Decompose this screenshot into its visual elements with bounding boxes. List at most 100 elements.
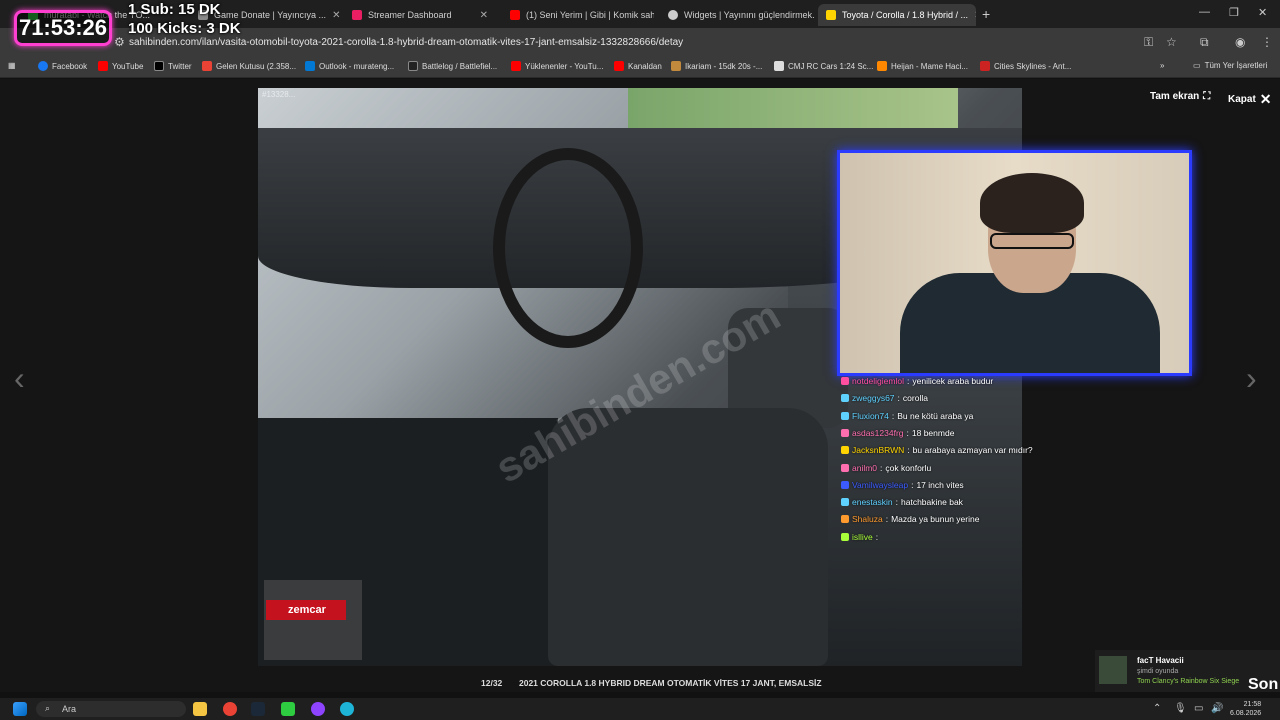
chat-text: 18 benmde bbox=[911, 427, 955, 438]
chat-username[interactable]: Shaluza bbox=[852, 514, 883, 524]
close-tab-icon[interactable]: ✕ bbox=[974, 10, 976, 21]
folder-icon: ▭ bbox=[1193, 61, 1201, 70]
chat-username[interactable]: anilm0 bbox=[852, 463, 877, 473]
tab-youtube[interactable]: (1) Seni Yerim | Gibi | Komik sah... ✕ bbox=[502, 4, 654, 26]
new-tab-button[interactable]: + bbox=[982, 6, 990, 22]
bookmarks-bar: ▦ Facebook YouTube Twitter Gelen Kutusu … bbox=[0, 56, 1280, 78]
chat-separator: : bbox=[911, 479, 914, 490]
bookmark-youtube[interactable]: YouTube bbox=[98, 61, 143, 71]
chat-username[interactable]: notdeligiemlol bbox=[852, 376, 904, 386]
system-clock[interactable]: 21:58 6.08.2026 bbox=[1230, 700, 1261, 718]
chat-separator: : bbox=[897, 393, 900, 404]
kick-app-icon[interactable] bbox=[281, 702, 295, 716]
chat-username[interactable]: Fluxion74 bbox=[852, 411, 889, 421]
chat-message: isllive: bbox=[841, 532, 881, 542]
close-tab-icon[interactable]: ✕ bbox=[480, 10, 488, 21]
bookmark-heijan[interactable]: Heijan - Mame Haci... bbox=[877, 61, 968, 71]
streamer-hair bbox=[980, 173, 1084, 233]
discord-icon[interactable] bbox=[311, 702, 325, 716]
outlook-icon bbox=[305, 61, 315, 71]
youtube-icon bbox=[614, 61, 624, 71]
next-photo-arrow[interactable]: › bbox=[1246, 360, 1257, 397]
chat-username[interactable]: isllive bbox=[852, 532, 873, 542]
chat-username[interactable]: zweggys67 bbox=[852, 393, 895, 403]
bookmark-star-icon[interactable]: ☆ bbox=[1166, 35, 1177, 49]
more-bookmarks-icon[interactable]: » bbox=[1160, 61, 1164, 70]
cmj-icon bbox=[774, 61, 784, 71]
close-gallery-button[interactable]: Kapat ✕ bbox=[1228, 91, 1272, 108]
chat-separator: : bbox=[880, 462, 883, 473]
taskbar-search[interactable]: ⌕ Ara bbox=[36, 701, 186, 717]
chat-username[interactable]: JacksnBRWN bbox=[852, 445, 904, 455]
bookmark-outlook[interactable]: Outlook - murateng... bbox=[305, 61, 394, 71]
friend-name: facT Havacii bbox=[1137, 656, 1184, 665]
all-bookmarks[interactable]: ▭ Tüm Yer İşaretleri bbox=[1193, 61, 1267, 70]
apps-icon[interactable]: ▦ bbox=[8, 61, 16, 70]
chat-badge-icon bbox=[841, 428, 849, 437]
webcam-overlay bbox=[837, 150, 1192, 376]
dealer-logo: zemcar bbox=[266, 600, 346, 620]
chat-badge-icon bbox=[841, 480, 849, 489]
friend-game: Tom Clancy's Rainbow Six Siege bbox=[1137, 678, 1240, 685]
chat-separator: : bbox=[906, 427, 909, 438]
partial-overlay-text: Son bbox=[1248, 676, 1279, 693]
chat-message: zweggys67: corolla bbox=[841, 393, 928, 403]
url-field[interactable]: sahibinden.com/ilan/vasita-otomobil-toyo… bbox=[129, 37, 683, 48]
chat-text: yenilicek araba budur bbox=[912, 376, 994, 386]
chat-badge-icon bbox=[841, 411, 849, 420]
subathon-timer: 71:53:26 bbox=[14, 10, 112, 46]
fullscreen-button[interactable]: Tam ekran ⛶ bbox=[1150, 91, 1210, 102]
file-explorer-icon[interactable] bbox=[193, 702, 207, 716]
edge-icon[interactable] bbox=[340, 702, 354, 716]
sahibinden-icon bbox=[826, 10, 836, 20]
chat-message: Fluxion74: Bu ne kötü araba ya bbox=[841, 411, 973, 421]
youtube-icon bbox=[98, 61, 108, 71]
tab-toyota-corolla[interactable]: Toyota / Corolla / 1.8 Hybrid / ... ✕ bbox=[818, 4, 976, 26]
chat-text: corolla bbox=[902, 393, 928, 404]
chat-message: anilm0: çok konforlu bbox=[841, 463, 931, 473]
kicks-rate-text: 100 Kicks: 3 DK bbox=[128, 20, 241, 37]
tray-chevron-icon[interactable]: ⌃ bbox=[1153, 703, 1161, 714]
steam-icon[interactable] bbox=[251, 702, 265, 716]
tab-label: Toyota / Corolla / 1.8 Hybrid / ... bbox=[842, 10, 969, 20]
streamer-glasses bbox=[990, 233, 1074, 249]
maximize-button[interactable]: ❐ bbox=[1229, 6, 1239, 19]
network-icon[interactable]: ▭ bbox=[1194, 703, 1203, 714]
friend-status: şimdi oyunda bbox=[1137, 668, 1179, 675]
chat-username[interactable]: asdas1234frg bbox=[852, 428, 904, 438]
password-key-icon[interactable]: ⚿ bbox=[1144, 35, 1153, 50]
menu-icon[interactable]: ⋮ bbox=[1261, 35, 1273, 49]
chat-message: Vamilwaysleap:17 inch vites bbox=[841, 480, 964, 490]
chat-message: JacksnBRWN: bu arabaya azmayan var mıdır? bbox=[841, 445, 1033, 455]
bookmark-kanaldan[interactable]: Kanaldan bbox=[614, 61, 662, 71]
bookmark-twitter[interactable]: Twitter bbox=[154, 61, 192, 71]
volume-icon[interactable]: 🔊 bbox=[1211, 703, 1223, 714]
bookmark-battlelog[interactable]: Battlelog / Battlefiel... bbox=[408, 61, 497, 71]
bookmark-youtube-uploads[interactable]: Yüklenenler - YouTu... bbox=[511, 61, 603, 71]
chat-username[interactable]: enestaskin bbox=[852, 497, 893, 507]
bookmark-cmj-rc[interactable]: CMJ RC Cars 1:24 Sc... bbox=[774, 61, 873, 71]
profile-icon[interactable]: ◉ bbox=[1235, 35, 1245, 49]
friend-avatar bbox=[1099, 656, 1127, 684]
bookmark-cities-skylines[interactable]: Cities Skylines - Ant... bbox=[980, 61, 1071, 71]
bookmark-facebook[interactable]: Facebook bbox=[38, 61, 87, 71]
microphone-icon[interactable]: 🎙 bbox=[1174, 703, 1187, 714]
minimize-button[interactable]: — bbox=[1199, 6, 1210, 18]
tab-widgets[interactable]: Widgets | Yayınını güçlendirmek... ✕ bbox=[660, 4, 814, 26]
windows-start-icon[interactable] bbox=[13, 702, 27, 716]
chat-badge-icon bbox=[841, 515, 849, 524]
bookmark-gmail[interactable]: Gelen Kutusu (2.358... bbox=[202, 61, 296, 71]
prev-photo-arrow[interactable]: ‹ bbox=[14, 360, 25, 397]
chat-separator: : bbox=[895, 497, 899, 508]
sub-rate-text: 1 Sub: 15 DK bbox=[128, 1, 221, 18]
chat-username[interactable]: Vamilwaysleap bbox=[852, 480, 908, 490]
tab-streamer-dashboard[interactable]: Streamer Dashboard ✕ bbox=[344, 4, 496, 26]
site-info-icon[interactable]: ⚙ bbox=[114, 35, 125, 49]
close-tab-icon[interactable]: ✕ bbox=[332, 10, 340, 21]
chrome-icon[interactable] bbox=[223, 702, 237, 716]
close-window-button[interactable]: ✕ bbox=[1258, 6, 1267, 19]
dashboard-icon bbox=[352, 10, 362, 20]
chat-text: Bu ne kötü araba ya bbox=[897, 410, 974, 421]
extensions-icon[interactable]: ⧉ bbox=[1200, 35, 1209, 50]
bookmark-ikariam[interactable]: Ikariam - 15dk 20s -... bbox=[671, 61, 762, 71]
